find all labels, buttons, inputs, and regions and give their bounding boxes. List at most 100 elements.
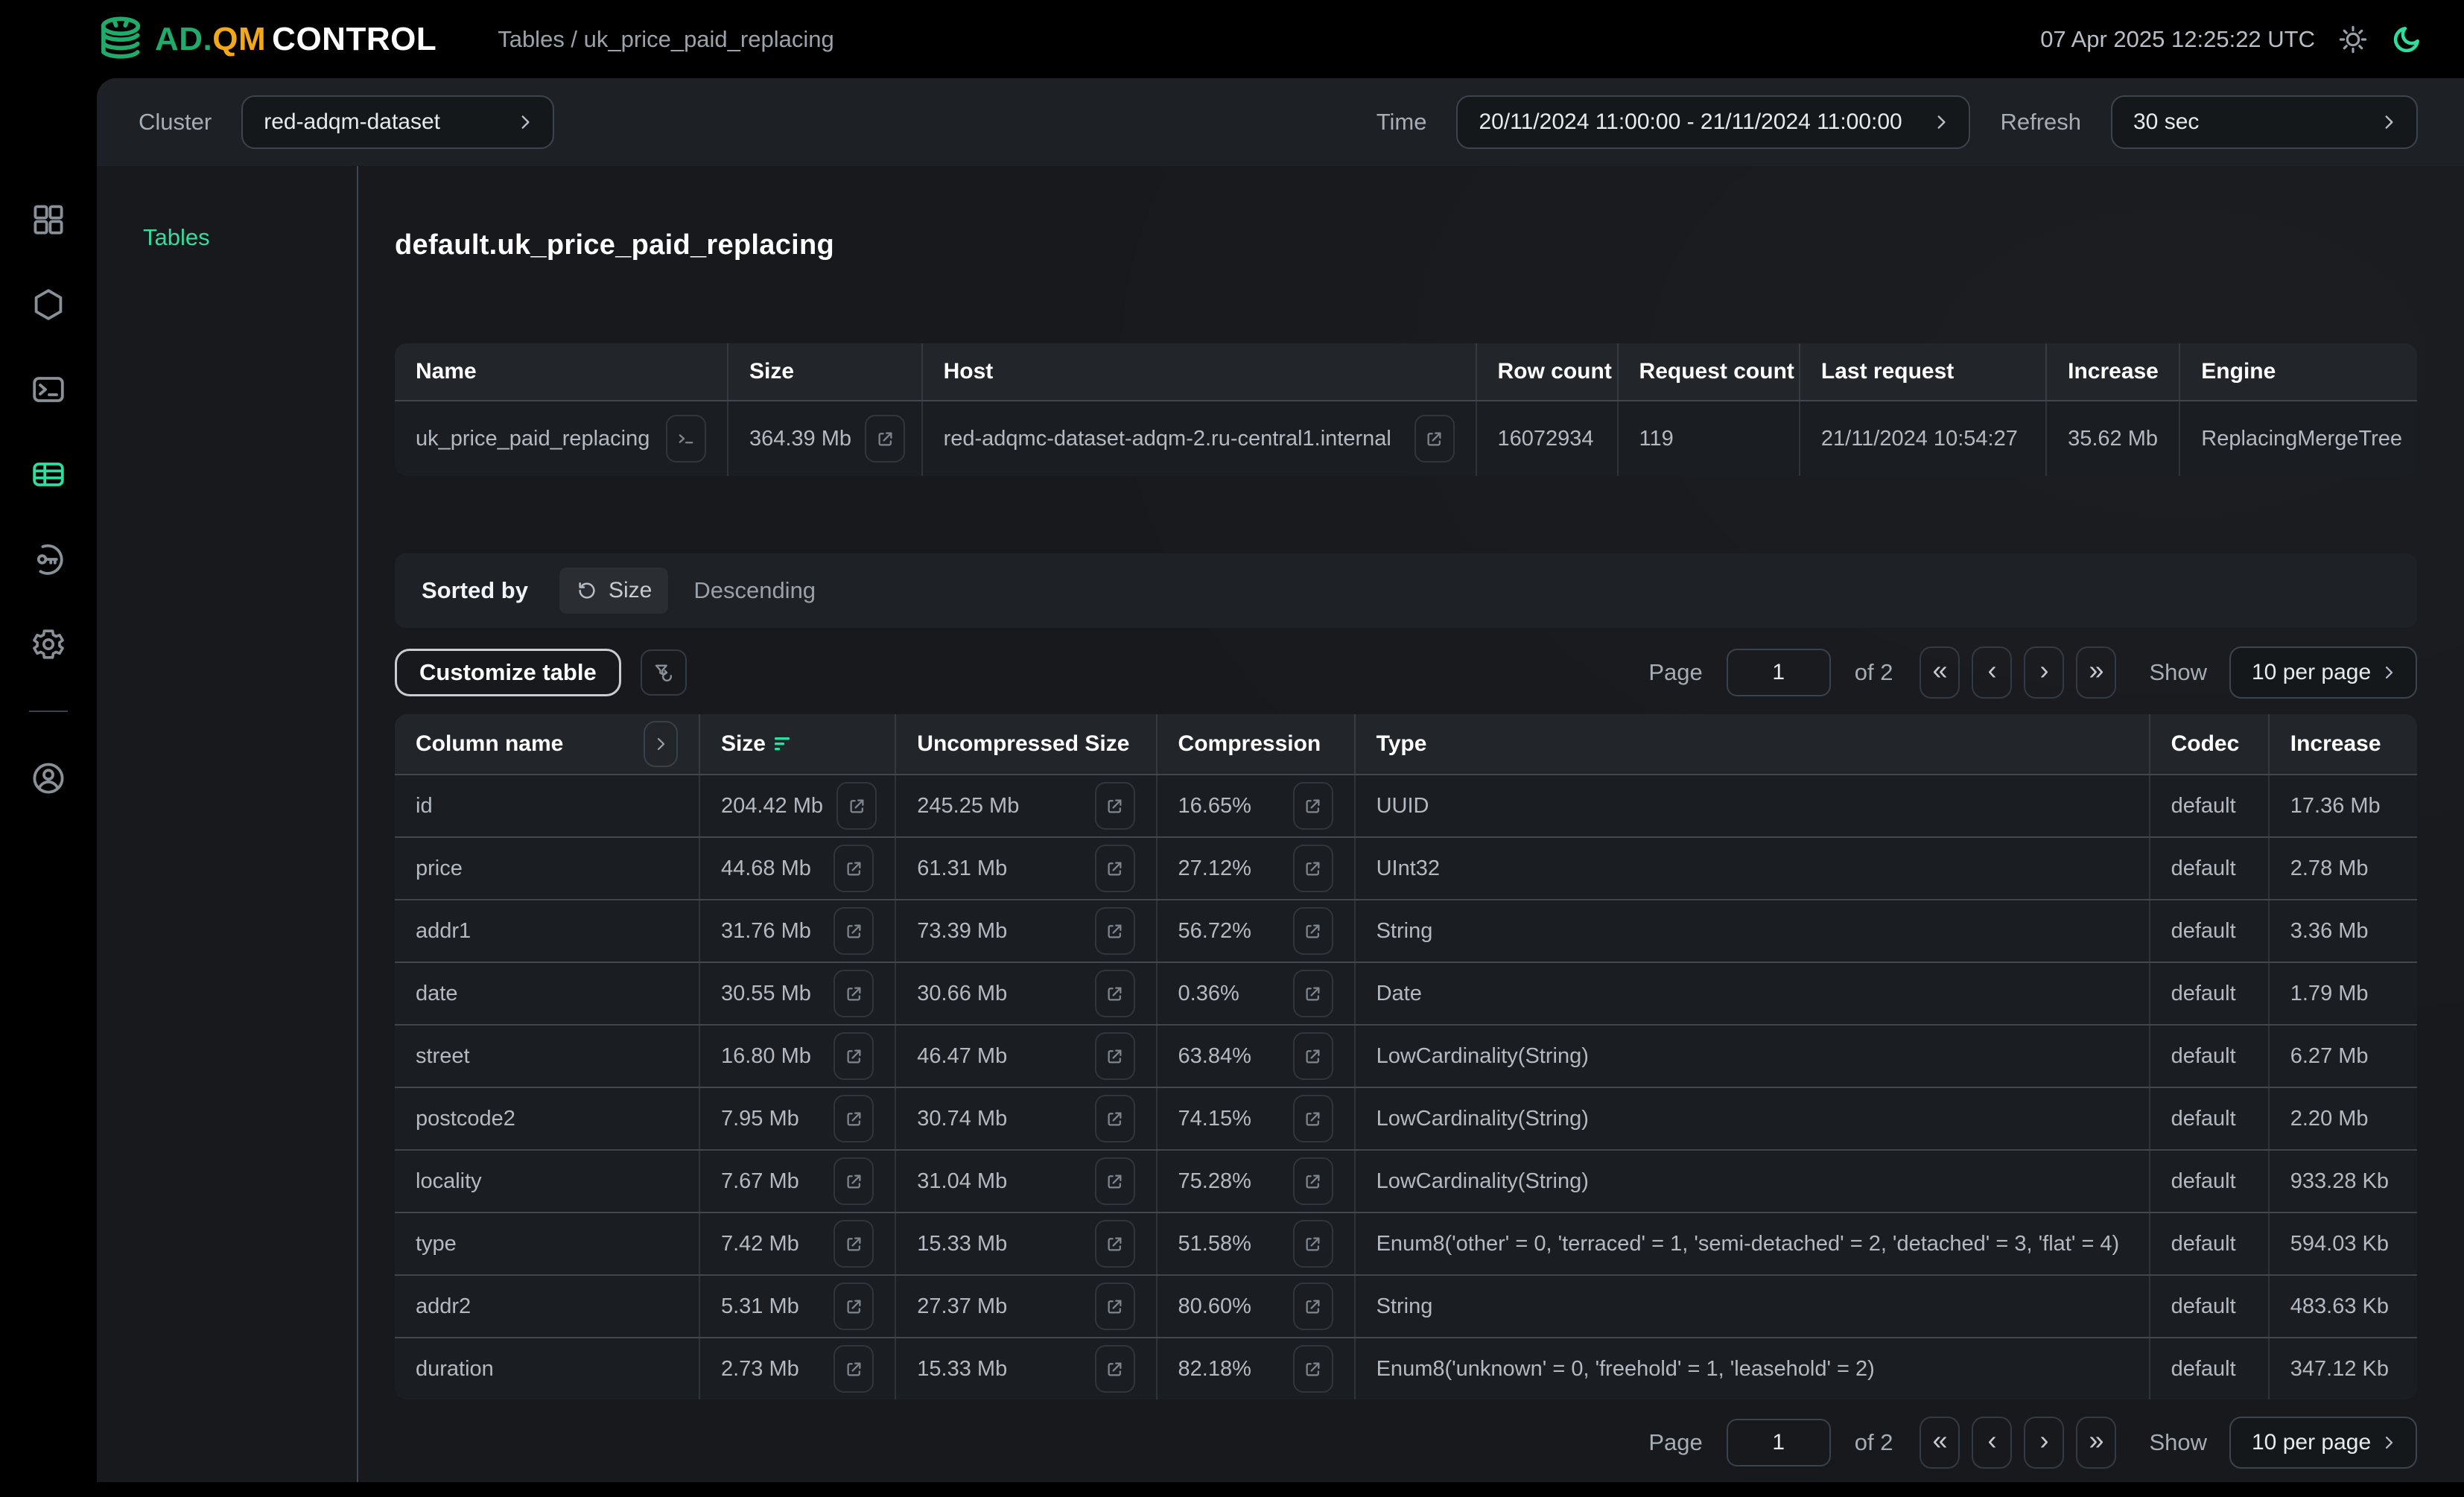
column-compression-cell: 27.12% [1158, 838, 1356, 899]
open-uncompressed-external-button[interactable] [1095, 845, 1135, 892]
summary-header-name: Name [395, 343, 728, 400]
last-page-button[interactable]: » [2076, 646, 2116, 699]
column-size-cell: 7.67 Mb [700, 1151, 896, 1212]
last-page-button[interactable]: » [2076, 1417, 2116, 1469]
refresh-interval-select[interactable]: 30 sec [2111, 95, 2418, 149]
open-uncompressed-external-button[interactable] [1095, 1095, 1135, 1142]
column-type: Enum8('other' = 0, 'terraced' = 1, 'semi… [1377, 1232, 2120, 1256]
column-compression: 82.18% [1178, 1357, 1251, 1382]
prev-page-button[interactable]: ‹ [1972, 1417, 2012, 1469]
sort-field-chip[interactable]: Size [559, 568, 668, 614]
prev-page-button[interactable]: ‹ [1972, 646, 2012, 699]
terminal-icon[interactable] [30, 371, 67, 408]
open-uncompressed-external-button[interactable] [1095, 1220, 1135, 1268]
open-size-external-button[interactable] [836, 782, 877, 830]
columns-header-uncompressed[interactable]: Uncompressed Size [896, 714, 1157, 774]
open-size-external-button[interactable] [833, 1345, 874, 1393]
open-size-external-button[interactable] [833, 1283, 874, 1330]
summary-data-row: uk_price_paid_replacing 364.39 Mb [395, 400, 2417, 476]
open-size-external-button[interactable] [833, 1220, 874, 1268]
open-size-external-button[interactable] [865, 415, 905, 463]
open-size-external-button[interactable] [833, 970, 874, 1017]
column-increase-cell: 483.63 Kb [2270, 1276, 2417, 1337]
hexagon-icon[interactable] [30, 286, 67, 323]
columns-header-increase[interactable]: Increase [2270, 714, 2417, 774]
open-size-external-button[interactable] [833, 1032, 874, 1080]
expand-column-button[interactable] [644, 721, 678, 767]
open-compression-external-button[interactable] [1293, 782, 1333, 830]
settings-icon[interactable] [30, 626, 67, 663]
tables-icon[interactable] [30, 456, 67, 493]
account-icon[interactable] [30, 760, 67, 797]
column-name: price [416, 856, 463, 881]
filter-reset-button[interactable] [641, 649, 687, 696]
column-name: date [416, 982, 457, 1006]
first-page-button[interactable]: « [1920, 646, 1960, 699]
cluster-select[interactable]: red-adqm-dataset [241, 95, 554, 149]
columns-header-compression[interactable]: Compression [1158, 714, 1356, 774]
column-compression: 51.58% [1178, 1232, 1251, 1256]
open-compression-external-button[interactable] [1293, 845, 1333, 892]
open-uncompressed-external-button[interactable] [1095, 1157, 1135, 1205]
per-page-select[interactable]: 10 per page [2229, 646, 2417, 699]
open-host-external-button[interactable] [1414, 415, 1455, 463]
open-compression-external-button[interactable] [1293, 1220, 1333, 1268]
table-row: street 16.80 Mb 46.47 Mb [395, 1024, 2417, 1087]
column-codec: default [2171, 794, 2236, 819]
sort-direction[interactable]: Descending [693, 577, 816, 604]
next-page-button[interactable]: › [2024, 1417, 2064, 1469]
page-number-input[interactable] [1727, 1419, 1831, 1466]
table-summary: Name Size Host Row count Request count L… [395, 343, 2417, 476]
columns-header-codec[interactable]: Codec [2150, 714, 2270, 774]
per-page-select[interactable]: 10 per page [2229, 1417, 2417, 1469]
column-type: LowCardinality(String) [1377, 1169, 1589, 1194]
open-size-external-button[interactable] [833, 907, 874, 955]
time-range-select[interactable]: 20/11/2024 11:00:00 - 21/11/2024 11:00:0… [1456, 95, 1970, 149]
open-terminal-button[interactable] [666, 415, 706, 463]
column-name-cell: duration [395, 1338, 700, 1399]
columns-header-type[interactable]: Type [1356, 714, 2150, 774]
open-compression-external-button[interactable] [1293, 1283, 1333, 1330]
rotate-sort-icon [576, 579, 598, 602]
open-compression-external-button[interactable] [1293, 1032, 1333, 1080]
open-uncompressed-external-button[interactable] [1095, 782, 1135, 830]
open-uncompressed-external-button[interactable] [1095, 1283, 1135, 1330]
open-compression-external-button[interactable] [1293, 1345, 1333, 1393]
column-uncompressed-cell: 30.74 Mb [896, 1088, 1157, 1149]
open-uncompressed-external-button[interactable] [1095, 907, 1135, 955]
column-compression-cell: 56.72% [1158, 900, 1356, 962]
dark-theme-moon-icon[interactable] [2391, 24, 2422, 55]
key-icon[interactable] [30, 541, 67, 578]
column-increase: 483.63 Kb [2290, 1294, 2389, 1319]
open-uncompressed-external-button[interactable] [1095, 1345, 1135, 1393]
customize-table-button[interactable]: Customize table [395, 649, 621, 696]
columns-header-size[interactable]: Size [721, 731, 766, 757]
page-number-input[interactable] [1727, 649, 1831, 696]
column-type: String [1377, 919, 1433, 944]
column-name-cell: price [395, 838, 700, 899]
open-compression-external-button[interactable] [1293, 1157, 1333, 1205]
chevron-right-icon [515, 112, 535, 132]
column-codec-cell: default [2150, 1026, 2270, 1087]
open-compression-external-button[interactable] [1293, 970, 1333, 1017]
sidebar-item-tables[interactable]: Tables [143, 224, 357, 251]
chevron-right-icon [2380, 1434, 2398, 1452]
column-uncompressed-cell: 245.25 Mb [896, 775, 1157, 836]
dashboard-icon[interactable] [30, 201, 67, 238]
column-codec: default [2171, 1232, 2236, 1256]
summary-header-request-count: Request count [1619, 343, 1800, 400]
open-size-external-button[interactable] [833, 1095, 874, 1142]
light-theme-sun-icon[interactable] [2337, 24, 2369, 55]
open-compression-external-button[interactable] [1293, 907, 1333, 955]
open-size-external-button[interactable] [833, 845, 874, 892]
column-name-cell: postcode2 [395, 1088, 700, 1149]
open-uncompressed-external-button[interactable] [1095, 970, 1135, 1017]
open-size-external-button[interactable] [833, 1157, 874, 1205]
table-row-count-value: 16072934 [1477, 401, 1619, 476]
first-page-button[interactable]: « [1920, 1417, 1960, 1469]
open-uncompressed-external-button[interactable] [1095, 1032, 1135, 1080]
breadcrumb[interactable]: Tables / uk_price_paid_replacing [498, 26, 834, 53]
open-compression-external-button[interactable] [1293, 1095, 1333, 1142]
next-page-button[interactable]: › [2024, 646, 2064, 699]
column-type-cell: String [1356, 1276, 2150, 1337]
